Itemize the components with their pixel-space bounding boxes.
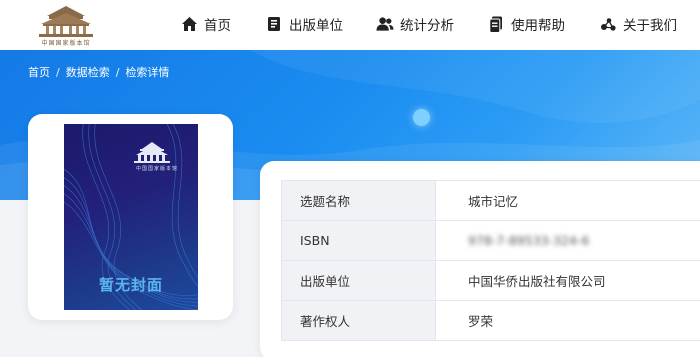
details-row-isbn: ISBN 978-7-89533-324-6 [281, 221, 700, 261]
breadcrumb-search[interactable]: 数据检索 [66, 66, 110, 79]
logo-text: 中国国家版本馆 [41, 40, 91, 47]
nav-about-label: 关于我们 [623, 18, 677, 34]
nav-publishers[interactable]: 出版单位 [265, 14, 343, 34]
cover-logo-text: 中国国家版本馆 [136, 166, 179, 172]
details-row-publisher: 出版单位 中国华侨出版社有限公司 [281, 261, 700, 301]
breadcrumb-home[interactable]: 首页 [28, 66, 50, 79]
nav-home-label: 首页 [204, 18, 231, 34]
nav-help[interactable]: 使用帮助 [487, 14, 565, 34]
users-icon [376, 15, 394, 33]
nav-statistics-label: 统计分析 [400, 18, 454, 34]
details-label: 出版单位 [281, 261, 436, 300]
decorative-bubble [413, 109, 430, 126]
nav-statistics[interactable]: 统计分析 [376, 14, 454, 34]
details-label: ISBN [281, 221, 436, 260]
breadcrumb-separator: / [56, 66, 60, 79]
details-value-blurred: 978-7-89533-324-6 [468, 233, 590, 248]
breadcrumb-current: 检索详情 [125, 66, 170, 79]
share-icon [599, 15, 617, 33]
nav-about[interactable]: 关于我们 [599, 14, 677, 34]
details-row-copyright-holder: 著作权人 罗荣 [281, 301, 700, 341]
book-icon [265, 15, 283, 33]
book-details-card: 选题名称 城市记忆 ISBN 978-7-89533-324-6 出版单位 中国… [260, 161, 700, 357]
site-logo[interactable]: 中国国家版本馆 [27, 4, 105, 48]
breadcrumb: 首页 / 数据检索 / 检索详情 [28, 64, 169, 80]
details-value: 中国华侨出版社有限公司 [468, 274, 606, 289]
details-label: 选题名称 [281, 181, 436, 220]
nav-home[interactable]: 首页 [180, 14, 231, 34]
details-value: 城市记忆 [468, 194, 519, 209]
details-value: 罗荣 [468, 314, 494, 329]
cover-card: 中国国家版本馆 暂无封面 [28, 114, 233, 320]
breadcrumb-separator: / [115, 66, 120, 79]
details-label: 著作权人 [281, 301, 436, 340]
nav-publishers-label: 出版单位 [289, 18, 343, 34]
top-header: 中国国家版本馆 首页 出版单位 统计分析 使用帮助 关于我们 [0, 0, 700, 50]
home-icon [180, 15, 198, 33]
details-row-title: 选题名称 城市记忆 [281, 181, 700, 221]
library-building-icon [39, 6, 93, 37]
book-cover-placeholder: 中国国家版本馆 暂无封面 [64, 124, 198, 310]
nav-help-label: 使用帮助 [511, 18, 565, 34]
cover-placeholder-text: 暂无封面 [98, 276, 163, 294]
document-icon [487, 15, 505, 33]
details-table: 选题名称 城市记忆 ISBN 978-7-89533-324-6 出版单位 中国… [281, 180, 700, 341]
